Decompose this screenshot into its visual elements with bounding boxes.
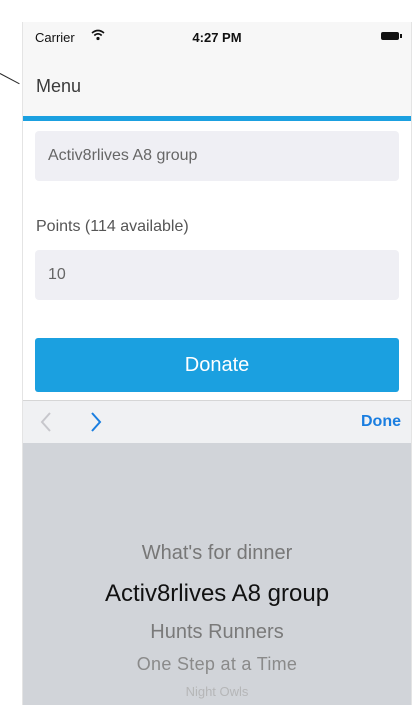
points-input-value: 10 bbox=[48, 266, 66, 283]
divider-line bbox=[0, 73, 20, 85]
accent-bar bbox=[23, 116, 411, 121]
picker-item[interactable]: One Step at a Time bbox=[23, 654, 411, 675]
group-picker[interactable]: What's for dinner Activ8rlives A8 group … bbox=[23, 443, 411, 705]
keyboard-toolbar: Done bbox=[23, 400, 411, 444]
points-label: Points (114 available) bbox=[36, 218, 189, 235]
chevron-right-icon[interactable] bbox=[89, 411, 103, 433]
done-button[interactable]: Done bbox=[361, 413, 401, 431]
picker-item-selected[interactable]: Activ8rlives A8 group bbox=[23, 580, 411, 608]
nav-bar: Menu bbox=[23, 52, 411, 116]
phone-screen: Carrier 4:27 PM Menu Activ8rlives A8 gro… bbox=[22, 22, 412, 705]
battery-icon bbox=[381, 32, 402, 40]
status-time: 4:27 PM bbox=[192, 30, 242, 45]
chevron-left-icon[interactable] bbox=[39, 411, 53, 433]
status-bar: Carrier 4:27 PM bbox=[23, 22, 411, 52]
group-select-field[interactable]: Activ8rlives A8 group bbox=[35, 131, 399, 181]
menu-button[interactable]: Menu bbox=[36, 76, 81, 97]
group-select-value: Activ8rlives A8 group bbox=[48, 147, 198, 164]
points-input[interactable]: 10 bbox=[35, 250, 399, 300]
picker-item[interactable]: Hunts Runners bbox=[23, 621, 411, 644]
donate-button[interactable]: Donate bbox=[35, 338, 399, 392]
picker-item[interactable]: Night Owls bbox=[23, 684, 411, 699]
picker-item[interactable]: What's for dinner bbox=[23, 542, 411, 565]
